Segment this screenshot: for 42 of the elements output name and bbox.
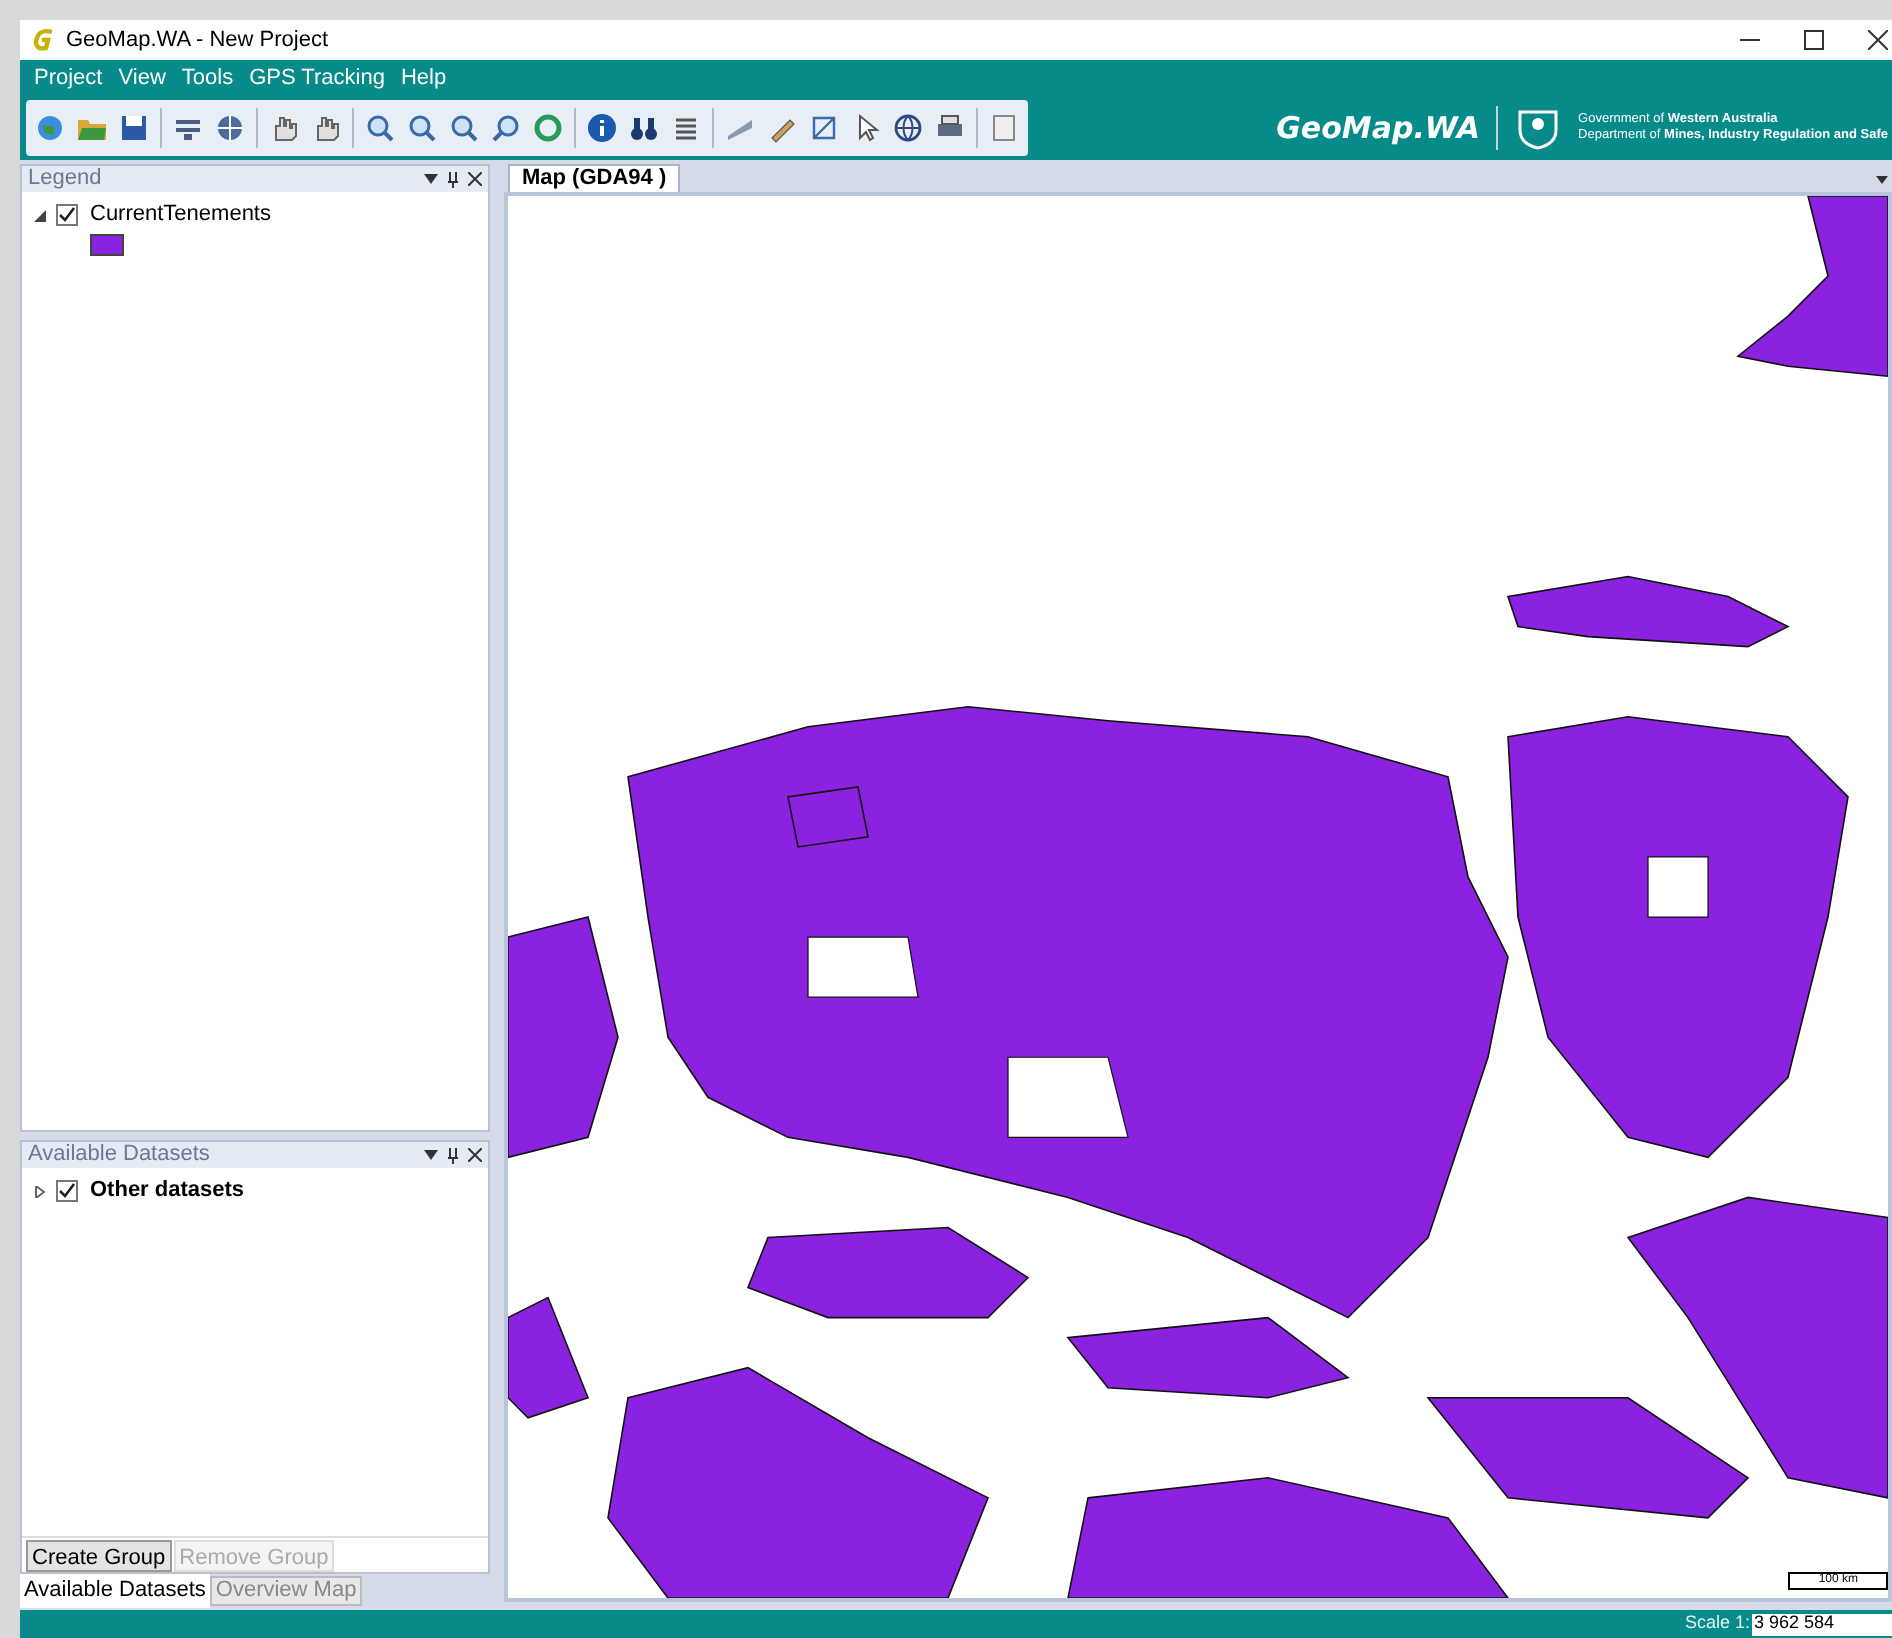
- logo-text: GeoMap.WA: [1276, 107, 1481, 150]
- map-tab[interactable]: Map (GDA94 ): [508, 164, 681, 192]
- layer-name[interactable]: Other datasets: [90, 1174, 245, 1208]
- checkbox[interactable]: [56, 1180, 78, 1202]
- zoom-out-icon[interactable]: [406, 112, 438, 144]
- document-icon[interactable]: [988, 112, 1020, 144]
- group-button[interactable]: Create Group: [26, 1539, 172, 1571]
- panel-title: Available Datasets: [28, 1140, 210, 1171]
- menu-item[interactable]: Tools: [173, 61, 242, 95]
- layer-name[interactable]: CurrentTenements: [90, 198, 271, 232]
- close-icon[interactable]: [1868, 30, 1888, 50]
- zoom-icon[interactable]: [490, 112, 522, 144]
- polygon-icon[interactable]: [808, 112, 840, 144]
- binoculars-icon[interactable]: [628, 112, 660, 144]
- collapse-icon[interactable]: [34, 209, 46, 221]
- save-icon[interactable]: [118, 112, 150, 144]
- panel-title: Legend: [28, 164, 102, 195]
- pin-icon[interactable]: [448, 1147, 458, 1163]
- maximize-icon[interactable]: [1804, 30, 1824, 50]
- app-icon: [32, 28, 56, 52]
- expand-icon[interactable]: [34, 1185, 46, 1197]
- close-icon[interactable]: [468, 172, 482, 186]
- scale-label: Scale 1:: [1684, 1610, 1750, 1637]
- dropdown-icon[interactable]: [424, 174, 438, 184]
- scale-field[interactable]: 3 962 584: [1752, 1613, 1892, 1635]
- close-icon[interactable]: [468, 1148, 482, 1162]
- globe-icon[interactable]: [892, 112, 924, 144]
- zoom-in-icon[interactable]: [364, 112, 396, 144]
- info-icon[interactable]: [586, 112, 618, 144]
- menu-item[interactable]: View: [110, 61, 174, 95]
- dropdown-icon[interactable]: [424, 1150, 438, 1160]
- crest-icon: [1514, 106, 1563, 150]
- panel-tab[interactable]: Overview Map: [209, 1576, 363, 1606]
- zoom-icon[interactable]: [448, 112, 480, 144]
- checkbox[interactable]: [56, 204, 78, 226]
- dropdown-icon[interactable]: [1876, 176, 1888, 184]
- panel-tab[interactable]: Available Datasets: [20, 1574, 210, 1608]
- window-title: GeoMap.WA - New Project: [66, 25, 329, 56]
- pin-icon[interactable]: [448, 171, 458, 187]
- menu-item[interactable]: Project: [26, 61, 111, 95]
- menu-item[interactable]: Help: [392, 61, 455, 95]
- menu-item[interactable]: GPS Tracking: [241, 61, 393, 95]
